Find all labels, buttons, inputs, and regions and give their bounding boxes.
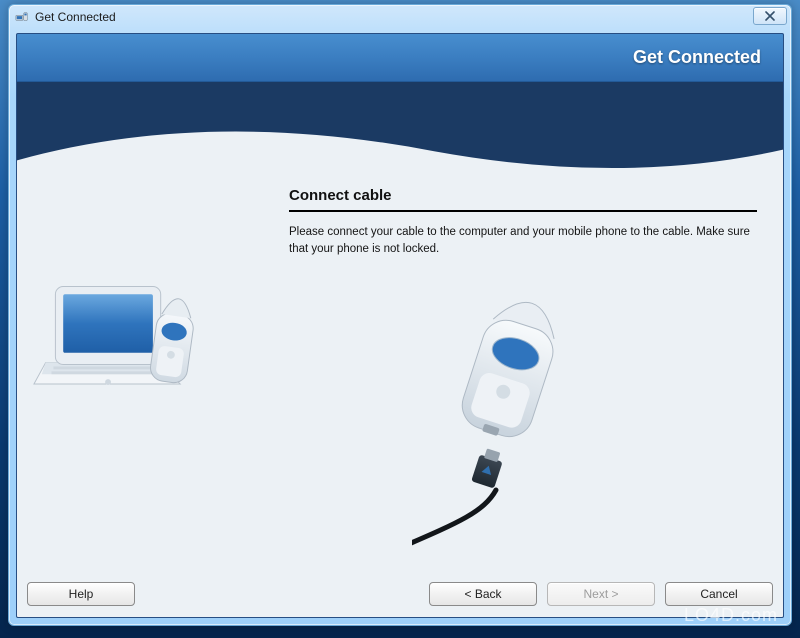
page-title: Get Connected: [633, 47, 761, 68]
illustration-laptop-phone: [32, 267, 227, 407]
back-button-label: < Back: [464, 587, 501, 601]
back-button[interactable]: < Back: [429, 582, 537, 606]
help-button-label: Help: [69, 587, 94, 601]
app-window: Get Connected Get Connected Connect cabl…: [8, 4, 792, 626]
window-title: Get Connected: [35, 10, 116, 24]
next-button-label: Next >: [583, 587, 618, 601]
app-icon: [15, 10, 29, 24]
titlebar: Get Connected: [9, 5, 791, 29]
next-button: Next >: [547, 582, 655, 606]
cancel-button[interactable]: Cancel: [665, 582, 773, 606]
close-button[interactable]: [753, 7, 787, 25]
stage: Connect cable Please connect your cable …: [17, 82, 783, 617]
heading-underline: [289, 210, 757, 212]
close-icon: [765, 11, 775, 21]
help-button[interactable]: Help: [27, 582, 135, 606]
illustration-phone-cable: [412, 300, 612, 550]
cancel-button-label: Cancel: [700, 587, 737, 601]
section-heading: Connect cable: [289, 187, 392, 204]
button-bar: Help < Back Next > Cancel: [17, 575, 783, 613]
instruction-text: Please connect your cable to the compute…: [289, 224, 763, 257]
header-band: Get Connected: [17, 34, 783, 82]
client-area: Get Connected Connect cable Please conne…: [16, 33, 784, 618]
